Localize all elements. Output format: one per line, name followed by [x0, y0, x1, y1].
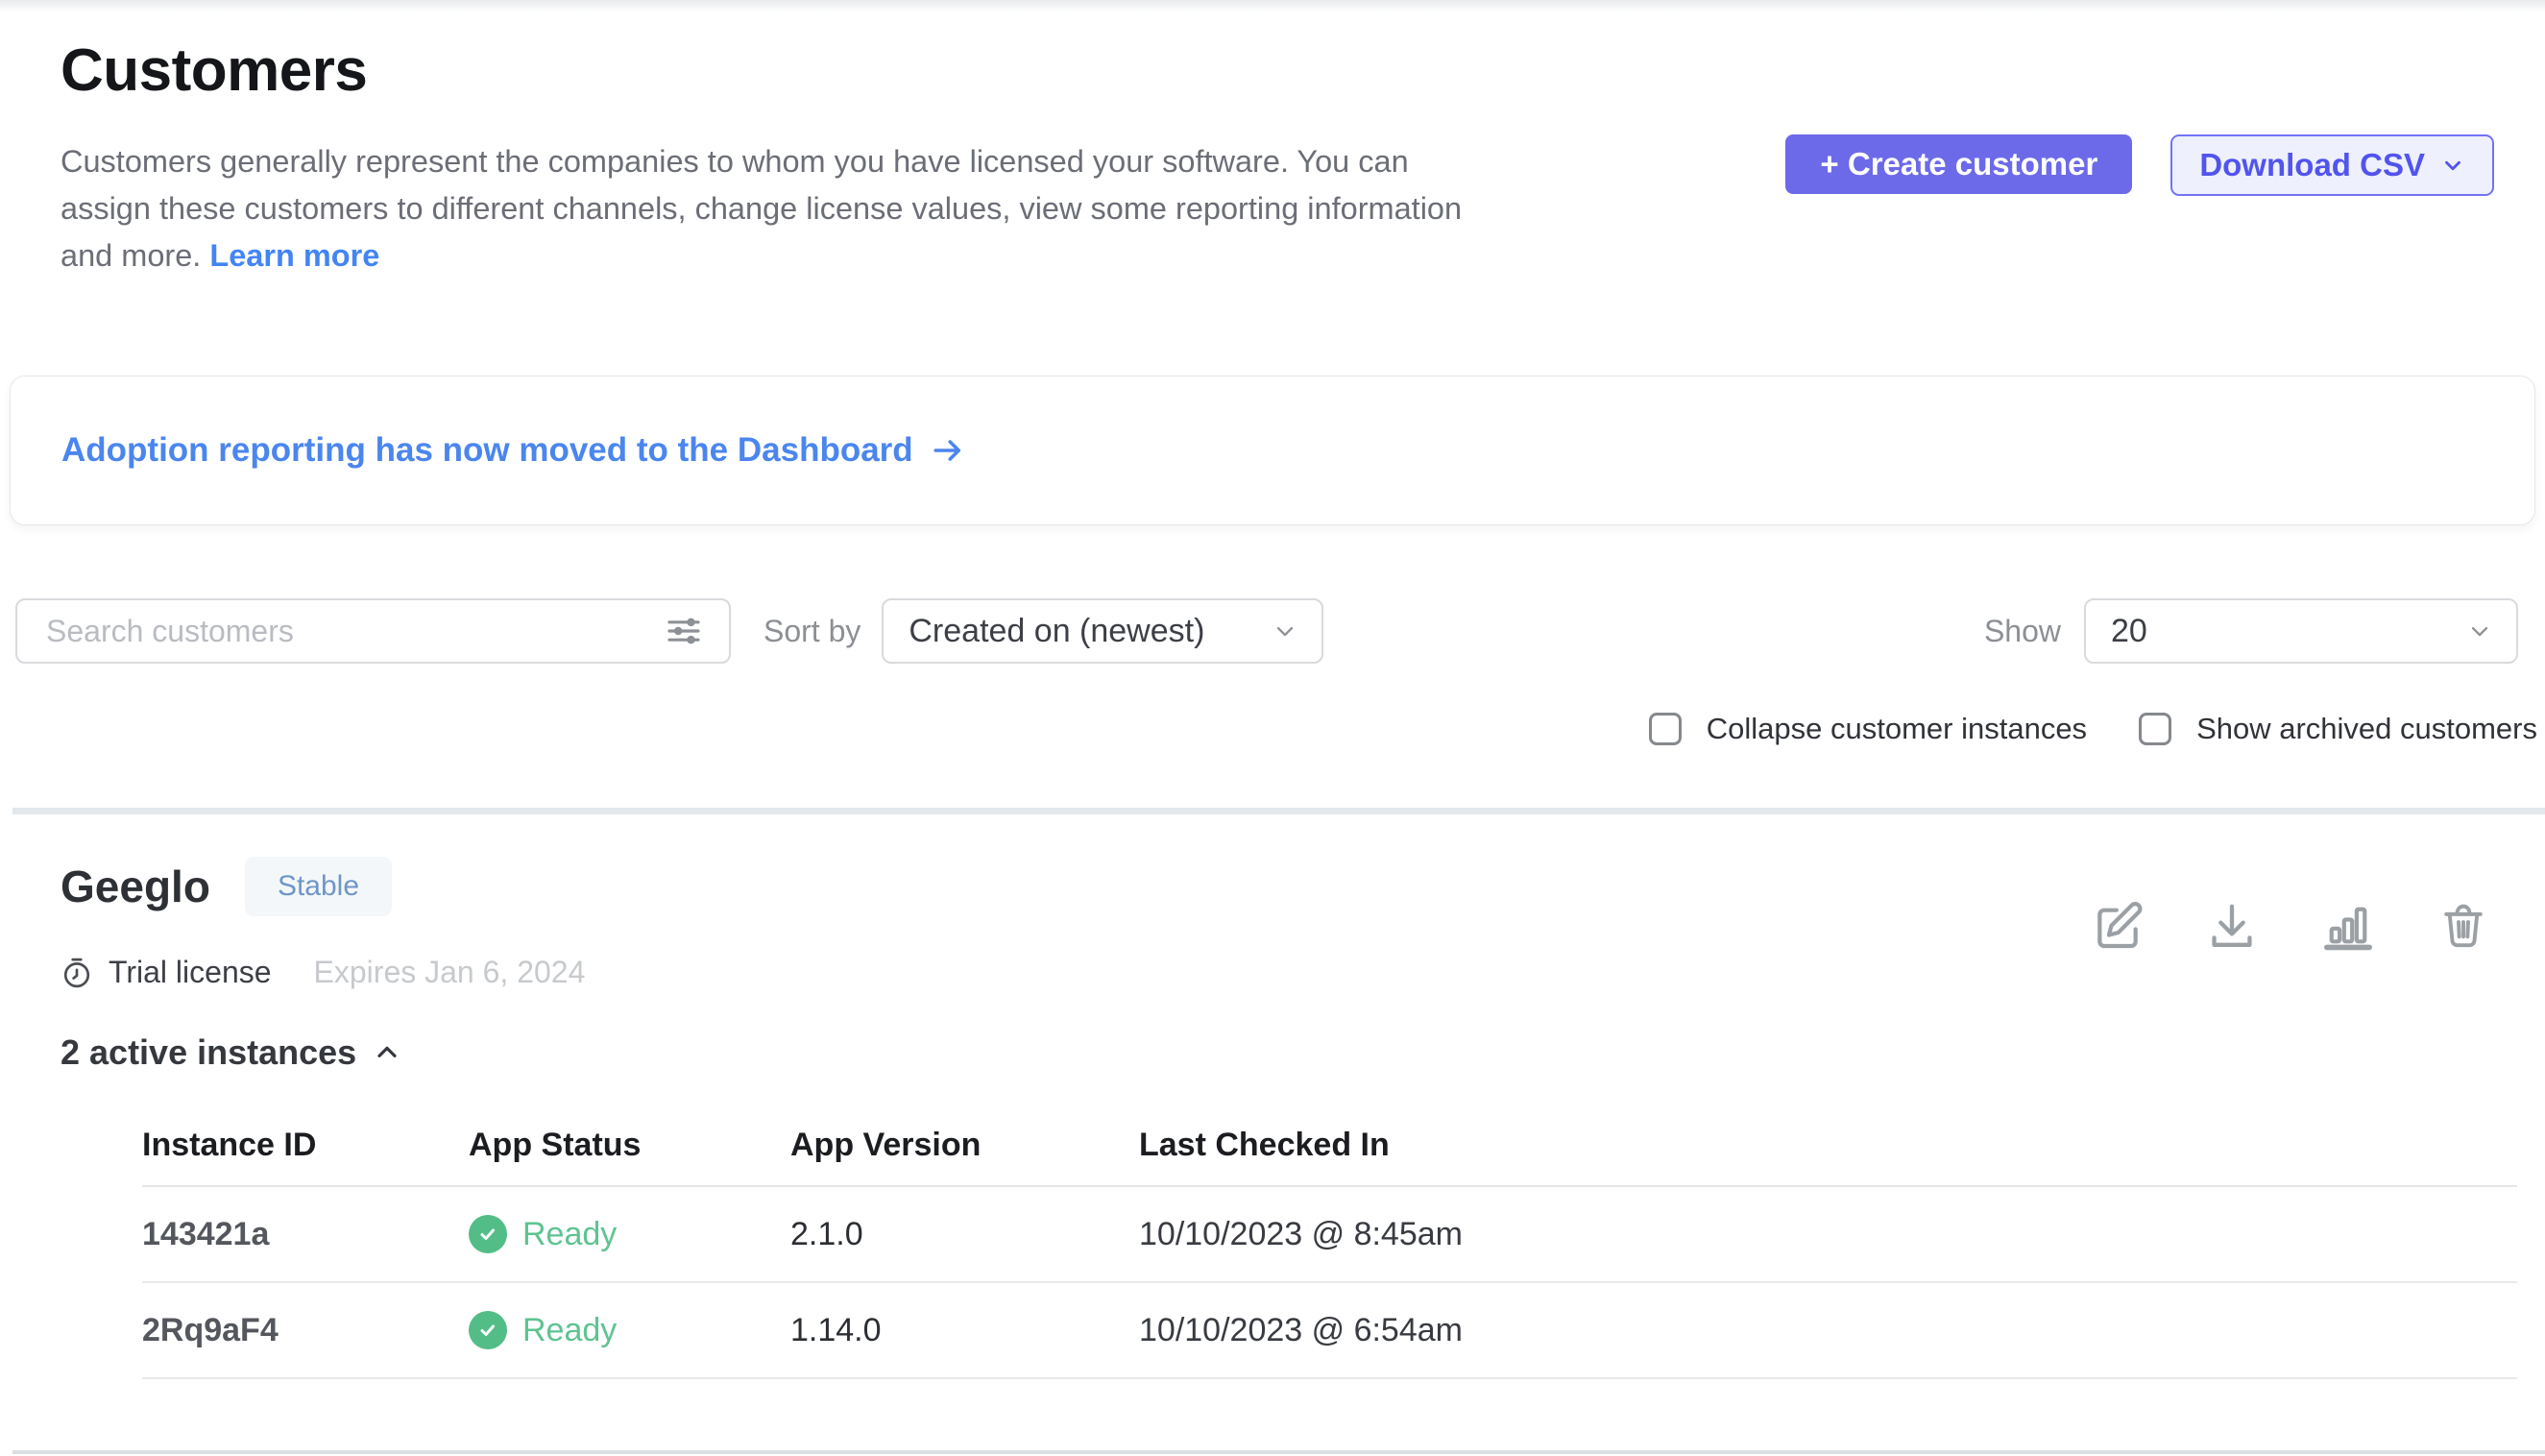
- analytics-icon: [2319, 899, 2377, 953]
- collapse-instances-label: Collapse customer instances: [1707, 712, 2087, 746]
- page-title: Customers: [61, 38, 2494, 104]
- last-checked-in: 10/10/2023 @ 8:45am: [1139, 1216, 2517, 1253]
- instance-id: 143421a: [142, 1216, 469, 1253]
- download-csv-label: Download CSV: [2199, 147, 2425, 183]
- adoption-reporting-banner[interactable]: Adoption reporting has now moved to the …: [10, 376, 2535, 525]
- chevron-down-icon: [2440, 153, 2465, 178]
- search-input[interactable]: [46, 614, 662, 649]
- license-type-label: Trial license: [109, 955, 272, 990]
- show-label: Show: [1984, 614, 2061, 649]
- download-icon: [2206, 899, 2258, 953]
- edit-icon: [2091, 899, 2145, 953]
- description-line: assign these customers to different chan…: [61, 185, 1655, 232]
- search-customers-box: [15, 598, 731, 664]
- active-instances-toggle[interactable]: 2 active instances: [61, 1032, 402, 1073]
- analytics-button[interactable]: [2319, 899, 2377, 953]
- section-divider: [12, 808, 2545, 814]
- show-archived-label: Show archived customers: [2196, 712, 2537, 746]
- license-expiry: Expires Jan 6, 2024: [314, 955, 586, 990]
- show-archived-option: Show archived customers: [2139, 712, 2537, 746]
- instance-id: 2Rq9aF4: [142, 1312, 469, 1349]
- description-line: Customers generally represent the compan…: [61, 138, 1655, 185]
- description-line: and more.: [61, 238, 201, 273]
- clock-icon: [61, 956, 93, 990]
- app-status: Ready: [522, 1216, 617, 1253]
- col-header-app-version: App Version: [790, 1127, 1139, 1164]
- table-row: 143421a Ready 2.1.0 10/10/2023 @ 8:45am: [142, 1187, 2517, 1283]
- page-header: Customers Customers generally represent …: [0, 12, 2545, 279]
- channel-badge: Stable: [245, 857, 392, 916]
- col-header-app-status: App Status: [469, 1127, 790, 1164]
- col-header-last-checked-in: Last Checked In: [1139, 1127, 2517, 1164]
- show-select-value: 20: [2111, 613, 2147, 650]
- active-instances-label: 2 active instances: [61, 1032, 356, 1073]
- filter-sliders-icon[interactable]: [662, 612, 706, 650]
- chevron-down-icon: [1272, 618, 1298, 644]
- collapse-instances-option: Collapse customer instances: [1649, 712, 2087, 746]
- sort-select-value: Created on (newest): [909, 613, 1204, 650]
- last-checked-in: 10/10/2023 @ 6:54am: [1139, 1312, 2517, 1349]
- delete-customer-button[interactable]: [2438, 899, 2488, 953]
- arrow-right-icon: [931, 433, 965, 468]
- table-row: 2Rq9aF4 Ready 1.14.0 10/10/2023 @ 6:54am: [142, 1283, 2517, 1379]
- page-description: Customers generally represent the compan…: [61, 138, 1655, 279]
- trash-icon: [2438, 899, 2488, 953]
- check-circle-icon: [469, 1215, 507, 1253]
- download-customer-button[interactable]: [2206, 899, 2258, 953]
- edit-customer-button[interactable]: [2091, 899, 2145, 953]
- display-options: Collapse customer instances Show archive…: [0, 712, 2545, 746]
- chevron-up-icon: [372, 1037, 402, 1068]
- filter-controls: Sort by Created on (newest) Show 20: [0, 598, 2545, 664]
- col-header-instance-id: Instance ID: [142, 1127, 469, 1164]
- app-version: 2.1.0: [790, 1216, 1139, 1253]
- bottom-divider: [12, 1450, 2545, 1454]
- collapse-instances-checkbox[interactable]: [1649, 713, 1682, 745]
- customer-card: Geeglo Stable Trial license Expires Jan …: [0, 814, 2545, 1379]
- chevron-down-icon: [2466, 618, 2493, 644]
- app-status: Ready: [522, 1312, 617, 1349]
- page-top-edge: [0, 0, 2545, 12]
- learn-more-link[interactable]: Learn more: [209, 238, 379, 273]
- customer-name: Geeglo: [61, 861, 210, 912]
- show-per-page-select[interactable]: 20: [2084, 598, 2518, 664]
- banner-text: Adoption reporting has now moved to the …: [61, 431, 913, 470]
- check-circle-icon: [469, 1311, 507, 1349]
- show-archived-checkbox[interactable]: [2139, 713, 2171, 745]
- instances-table: Instance ID App Status App Version Last …: [142, 1127, 2517, 1379]
- download-csv-button[interactable]: Download CSV: [2170, 134, 2494, 196]
- create-customer-button[interactable]: + Create customer: [1785, 134, 2132, 194]
- app-version: 1.14.0: [790, 1312, 1139, 1349]
- sort-select[interactable]: Created on (newest): [882, 598, 1323, 664]
- table-header-row: Instance ID App Status App Version Last …: [142, 1127, 2517, 1187]
- customer-actions: [2091, 899, 2488, 953]
- sort-by-label: Sort by: [764, 614, 860, 649]
